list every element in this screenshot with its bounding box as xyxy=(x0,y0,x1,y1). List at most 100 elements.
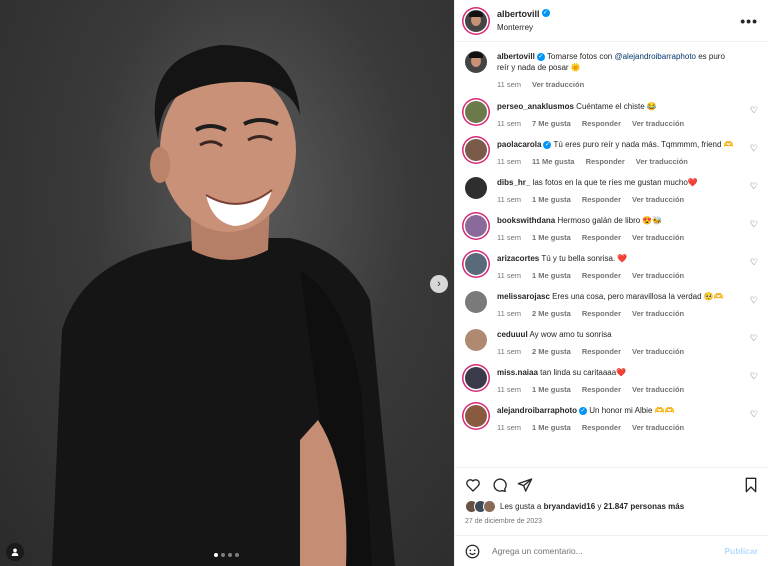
translate-link[interactable]: Ver traducción xyxy=(632,346,684,357)
author-username[interactable]: albertovill xyxy=(497,9,540,19)
comment-item: ceduuul Ay wow amo tu sonrisa 11 sem 2 Me … xyxy=(465,329,758,357)
translate-link[interactable]: Ver traducción xyxy=(636,156,688,167)
comment-username[interactable]: perseo_anaklusmos xyxy=(497,102,574,111)
bookmark-icon[interactable] xyxy=(744,477,758,493)
comment-item: perseo_anaklusmos Cuéntame el chiste 😂 11… xyxy=(465,101,758,129)
comment-username[interactable]: dibs_hr_ xyxy=(497,178,530,187)
comment-text: Tú y tu bella sonrisa. ❤️ xyxy=(541,254,628,263)
comment-time[interactable]: 11 sem xyxy=(497,384,521,395)
comment-time[interactable]: 11 sem xyxy=(497,422,521,433)
share-icon[interactable] xyxy=(517,477,533,493)
comment-time[interactable]: 11 sem xyxy=(497,118,521,129)
comments-list[interactable]: albertovill ✓ Tomarse fotos con @alejandr… xyxy=(455,42,768,467)
liker-avatar[interactable] xyxy=(483,500,496,513)
post-photo[interactable]: › xyxy=(0,0,454,566)
comment-like-heart-icon[interactable]: ♡ xyxy=(750,181,758,192)
comment-time[interactable]: 11 sem xyxy=(497,270,521,281)
heart-icon[interactable] xyxy=(465,477,481,493)
author-avatar[interactable] xyxy=(465,9,487,32)
commenter-avatar[interactable] xyxy=(465,367,487,389)
likes-user[interactable]: bryandavid16 xyxy=(544,502,596,511)
commenter-avatar[interactable] xyxy=(465,101,487,123)
publish-button[interactable]: Publicar xyxy=(724,546,758,556)
comment-likes[interactable]: 1 Me gusta xyxy=(532,232,571,243)
comment-like-heart-icon[interactable]: ♡ xyxy=(750,105,758,116)
post-date[interactable]: 27 de diciembre de 2023 xyxy=(465,518,758,525)
more-options-icon[interactable]: ••• xyxy=(740,13,758,29)
comment-time[interactable]: 11 sem xyxy=(497,308,521,319)
comment-item: arizacortes Tú y tu bella sonrisa. ❤️ 11 … xyxy=(465,253,758,281)
translate-link[interactable]: Ver traducción xyxy=(632,194,684,205)
commenter-avatar[interactable] xyxy=(465,139,487,161)
comment-username[interactable]: paolacarola xyxy=(497,140,541,149)
comment-likes[interactable]: 2 Me gusta xyxy=(532,308,571,319)
comment-like-heart-icon[interactable]: ♡ xyxy=(750,295,758,306)
comment-like-heart-icon[interactable]: ♡ xyxy=(750,219,758,230)
post-header: albertovill ✓ Monterrey ••• xyxy=(455,0,768,42)
comment-text: Cuéntame el chiste 😂 xyxy=(576,102,657,111)
comment-likes[interactable]: 11 Me gusta xyxy=(532,156,575,167)
comment-input[interactable] xyxy=(490,545,725,557)
comment-username[interactable]: melissarojasc xyxy=(497,292,550,301)
comment-item: alejandroibarraphoto ✓ Un honor mi Albie … xyxy=(465,405,758,433)
comment-like-heart-icon[interactable]: ♡ xyxy=(750,409,758,420)
comment-icon[interactable] xyxy=(491,477,507,493)
comment-time[interactable]: 11 sem xyxy=(497,194,521,205)
translate-link[interactable]: Ver traducción xyxy=(632,422,684,433)
comment-text: Ay wow amo tu sonrisa xyxy=(529,330,612,339)
comment-likes[interactable]: 1 Me gusta xyxy=(532,194,571,205)
translate-link[interactable]: Ver traducción xyxy=(632,384,684,395)
caption-mention[interactable]: @alejandroibarraphoto xyxy=(614,52,696,61)
comment-likes[interactable]: 1 Me gusta xyxy=(532,270,571,281)
post-location[interactable]: Monterrey xyxy=(497,21,550,35)
comment-username[interactable]: ceduuul xyxy=(497,330,528,339)
commenter-avatar[interactable] xyxy=(465,215,487,237)
reply-button[interactable]: Responder xyxy=(582,232,621,243)
translate-link[interactable]: Ver traducción xyxy=(632,270,684,281)
caption-time[interactable]: 11 sem xyxy=(497,79,521,90)
reply-button[interactable]: Responder xyxy=(582,118,621,129)
comment-like-heart-icon[interactable]: ♡ xyxy=(750,371,758,382)
translate-link[interactable]: Ver traducción xyxy=(632,308,684,319)
reply-button[interactable]: Responder xyxy=(582,270,621,281)
comment-like-heart-icon[interactable]: ♡ xyxy=(750,257,758,268)
caption-translate[interactable]: Ver traducción xyxy=(532,79,584,90)
commenter-avatar[interactable] xyxy=(465,253,487,275)
comment-time[interactable]: 11 sem xyxy=(497,346,521,357)
comment-username[interactable]: miss.naiaa xyxy=(497,368,538,377)
comment-username[interactable]: alejandroibarraphoto xyxy=(497,406,577,415)
reply-button[interactable]: Responder xyxy=(582,384,621,395)
caption-username[interactable]: albertovill xyxy=(497,52,535,61)
comment-likes[interactable]: 1 Me gusta xyxy=(532,384,571,395)
comment-like-heart-icon[interactable]: ♡ xyxy=(750,333,758,344)
commenter-avatar[interactable] xyxy=(465,291,487,313)
carousel-dot xyxy=(235,553,239,557)
reply-button[interactable]: Responder xyxy=(586,156,625,167)
comment-likes[interactable]: 1 Me gusta xyxy=(532,422,571,433)
reply-button[interactable]: Responder xyxy=(582,346,621,357)
reply-button[interactable]: Responder xyxy=(582,194,621,205)
comment-item: paolacarola ✓ Tú eres puro reír y nada má… xyxy=(465,139,758,167)
commenter-avatar[interactable] xyxy=(465,329,487,351)
commenter-avatar[interactable] xyxy=(465,177,487,199)
comment-time[interactable]: 11 sem xyxy=(497,232,521,243)
carousel-next-button[interactable]: › xyxy=(430,275,448,293)
comment-likes[interactable]: 2 Me gusta xyxy=(532,346,571,357)
translate-link[interactable]: Ver traducción xyxy=(632,118,684,129)
author-avatar[interactable] xyxy=(465,51,487,73)
reply-button[interactable]: Responder xyxy=(582,422,621,433)
post-actions: Les gusta a bryandavid16 y 21.847 person… xyxy=(455,467,768,525)
comment-username[interactable]: arizacortes xyxy=(497,254,539,263)
comment-username[interactable]: bookswithdana xyxy=(497,216,555,225)
likes-count[interactable]: 21.847 personas más xyxy=(604,502,685,511)
photo-subject xyxy=(52,45,395,566)
commenter-avatar[interactable] xyxy=(465,405,487,427)
tagged-users-button[interactable] xyxy=(6,543,24,561)
comment-time[interactable]: 11 sem xyxy=(497,156,521,167)
translate-link[interactable]: Ver traducción xyxy=(632,232,684,243)
reply-button[interactable]: Responder xyxy=(582,308,621,319)
carousel-dot xyxy=(228,553,232,557)
comment-likes[interactable]: 7 Me gusta xyxy=(532,118,571,129)
comment-like-heart-icon[interactable]: ♡ xyxy=(750,143,758,154)
smiley-icon[interactable] xyxy=(465,544,480,559)
